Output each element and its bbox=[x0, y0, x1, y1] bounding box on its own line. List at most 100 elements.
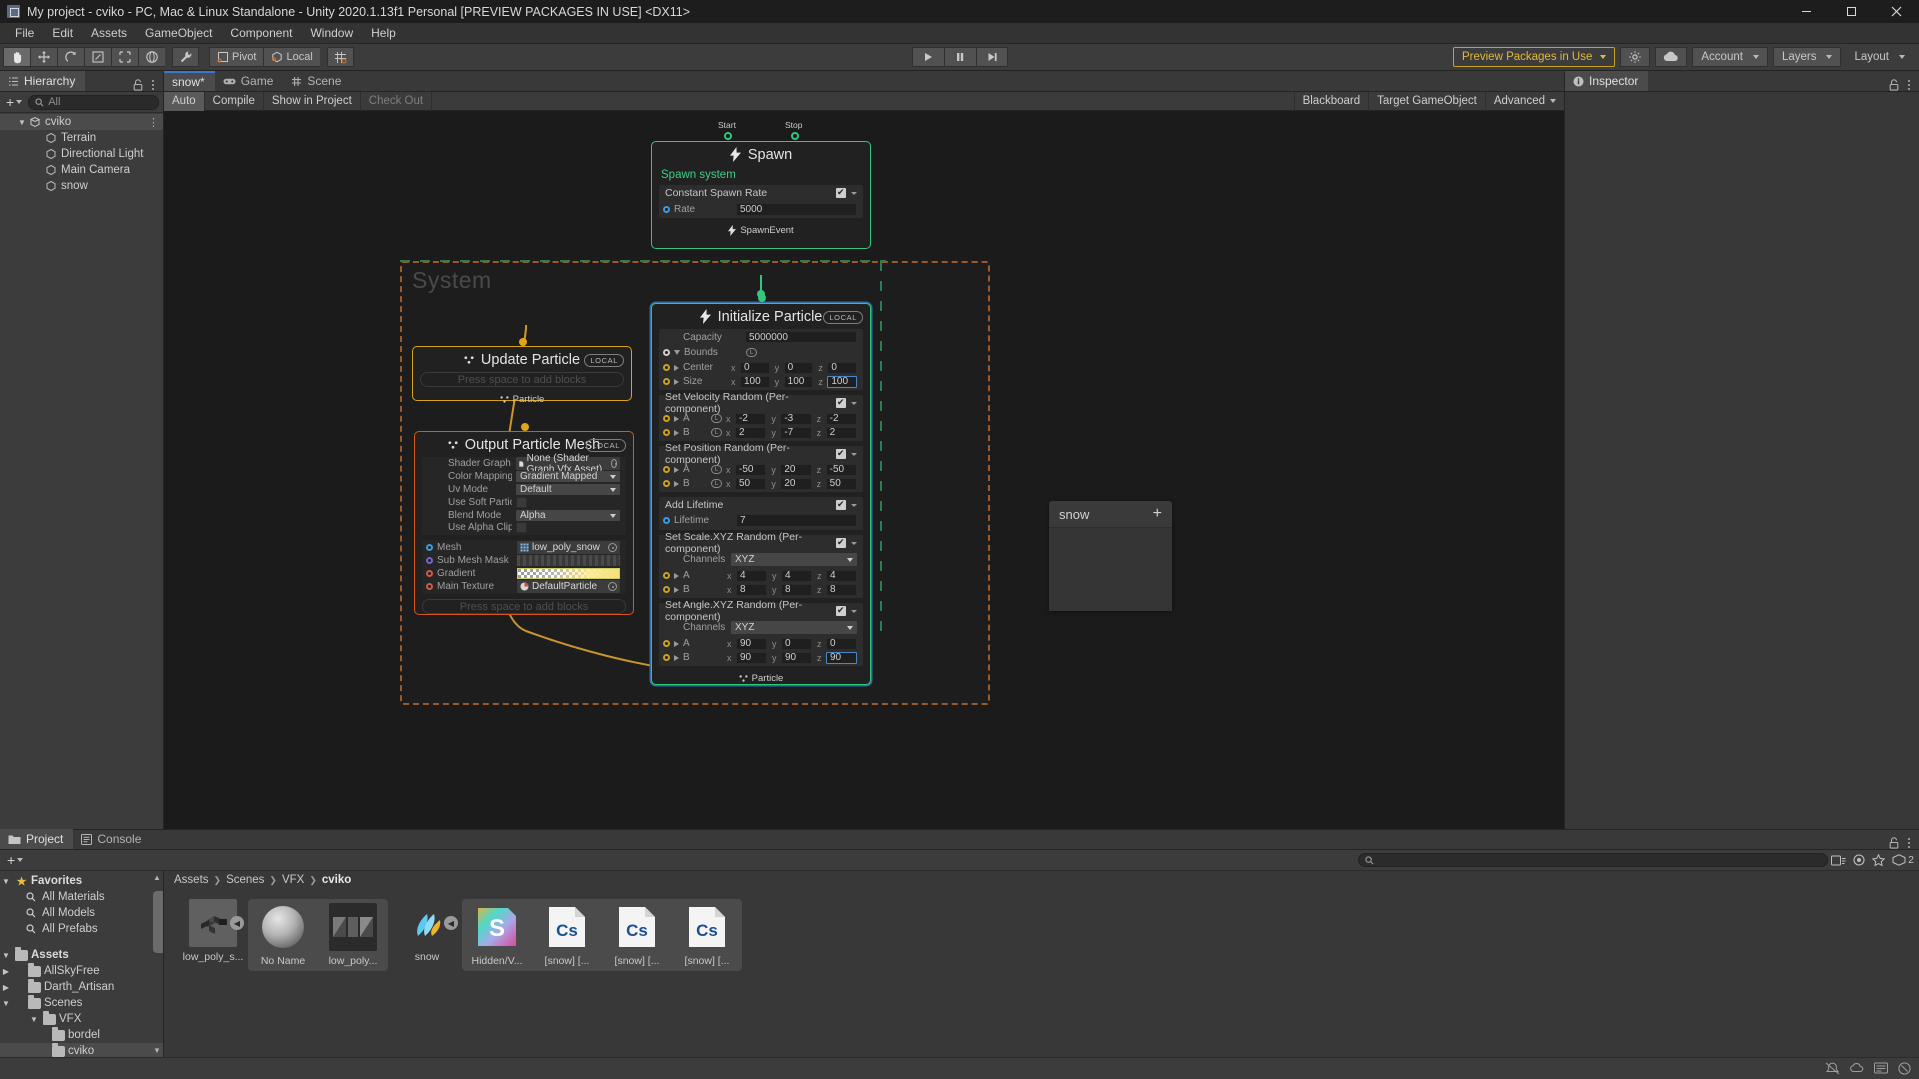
output-add-blocks-placeholder[interactable]: Press space to add blocks bbox=[422, 599, 626, 614]
velocity-b-port[interactable] bbox=[663, 429, 670, 436]
vfx-show-in-project-button[interactable]: Show in Project bbox=[264, 91, 361, 111]
lifetime-value-field[interactable]: 7 bbox=[736, 514, 857, 527]
velocity-a-port[interactable] bbox=[663, 415, 670, 422]
play-button[interactable] bbox=[911, 47, 944, 67]
more-options-icon[interactable]: ⋮ bbox=[148, 116, 159, 129]
center-y-field[interactable]: 0 bbox=[783, 361, 814, 374]
object-picker-icon[interactable] bbox=[608, 581, 617, 591]
angle-a-y-field[interactable]: 0 bbox=[781, 637, 812, 650]
output-particle-mesh-node[interactable]: Output Particle Mesh LOCAL Shader Graph … bbox=[414, 423, 634, 615]
blend-mode-dropdown[interactable]: Alpha bbox=[516, 510, 620, 521]
spawn-stop-port[interactable] bbox=[791, 132, 799, 140]
velocity-b-z-field[interactable]: 2 bbox=[825, 426, 857, 439]
expand-triangle-icon[interactable]: ▼ bbox=[0, 951, 12, 960]
layers-dropdown[interactable]: Layers bbox=[1772, 47, 1842, 67]
gradient-field[interactable] bbox=[517, 568, 620, 579]
chevron-down-icon[interactable] bbox=[851, 609, 857, 613]
size-x-field[interactable]: 100 bbox=[740, 375, 770, 388]
position-b-space-badge[interactable]: L bbox=[711, 479, 722, 488]
favorite-star-icon[interactable] bbox=[1872, 853, 1886, 867]
block-enabled-checkbox[interactable] bbox=[836, 604, 846, 616]
rect-tool-icon[interactable] bbox=[111, 47, 138, 67]
tree-item-all-materials[interactable]: All Materials bbox=[0, 889, 163, 905]
scale-a-port[interactable] bbox=[663, 572, 670, 579]
scroll-down-arrow-icon[interactable]: ▼ bbox=[153, 1046, 161, 1055]
hierarchy-item-snow[interactable]: snow bbox=[0, 178, 163, 194]
asset-grid[interactable]: ◀ low_poly_s... No Name low_poly... ◀ sn… bbox=[164, 889, 1919, 1057]
breadcrumb-cviko[interactable]: cviko bbox=[322, 874, 351, 886]
velocity-b-y-field[interactable]: -7 bbox=[780, 426, 812, 439]
update-particle-node[interactable]: Update Particle LOCAL Press space to add… bbox=[412, 338, 632, 405]
expand-triangle-icon[interactable] bbox=[674, 415, 679, 422]
expand-triangle-icon[interactable] bbox=[674, 640, 679, 647]
asset-item[interactable]: Cs [snow] [... bbox=[672, 903, 742, 967]
tab-scene[interactable]: Scene bbox=[283, 71, 351, 91]
rotate-tool-icon[interactable] bbox=[57, 47, 84, 67]
vfx-check-out-button[interactable]: Check Out bbox=[361, 91, 433, 111]
tab-console[interactable]: Console bbox=[73, 829, 151, 849]
tree-item-all-prefabs[interactable]: All Prefabs bbox=[0, 921, 163, 937]
initialize-input-port[interactable] bbox=[758, 294, 766, 302]
scale-b-port[interactable] bbox=[663, 586, 670, 593]
search-by-type-icon[interactable] bbox=[1831, 854, 1846, 867]
spawn-system-title[interactable]: Spawn system bbox=[652, 167, 870, 185]
grid-snap-icon[interactable] bbox=[326, 47, 354, 67]
rate-value-field[interactable]: 5000 bbox=[736, 203, 857, 216]
chevron-down-icon[interactable] bbox=[851, 503, 857, 507]
asset-item[interactable]: Cs [snow] [... bbox=[532, 903, 602, 967]
expand-triangle-icon[interactable] bbox=[674, 429, 679, 436]
vfx-target-gameobject-button[interactable]: Target GameObject bbox=[1368, 91, 1485, 111]
hierarchy-item-cviko[interactable]: ▼ cviko ⋮ bbox=[0, 114, 163, 130]
expand-triangle-icon[interactable]: ▶ bbox=[0, 983, 12, 992]
menu-file[interactable]: File bbox=[6, 23, 43, 44]
scrollbar-thumb[interactable] bbox=[153, 891, 163, 953]
hand-tool-icon[interactable] bbox=[3, 47, 30, 67]
expand-triangle-icon[interactable] bbox=[674, 364, 679, 371]
chevron-down-icon[interactable] bbox=[851, 452, 857, 456]
velocity-a-x-field[interactable]: -2 bbox=[735, 412, 767, 425]
project-search-input[interactable] bbox=[1358, 853, 1829, 867]
lock-icon[interactable] bbox=[1889, 79, 1899, 91]
output-input-port[interactable] bbox=[521, 423, 529, 431]
tab-project[interactable]: Project bbox=[0, 829, 74, 849]
update-input-port[interactable] bbox=[519, 338, 527, 346]
angle-a-z-field[interactable]: 0 bbox=[826, 637, 857, 650]
position-b-port[interactable] bbox=[663, 480, 670, 487]
bounds-space-badge[interactable]: L bbox=[746, 348, 757, 357]
tree-item-cviko[interactable]: cviko bbox=[0, 1042, 163, 1057]
expand-triangle-icon[interactable]: ▼ bbox=[16, 118, 28, 127]
scale-b-y-field[interactable]: 8 bbox=[781, 583, 812, 596]
packages-badge[interactable]: 2 bbox=[1892, 854, 1914, 866]
transform-tool-icon[interactable] bbox=[138, 47, 165, 67]
layout-dropdown[interactable]: Layout bbox=[1846, 47, 1913, 67]
velocity-b-space-badge[interactable]: L bbox=[711, 428, 722, 437]
expand-triangle-icon[interactable] bbox=[674, 586, 679, 593]
material-thumbnail[interactable] bbox=[259, 903, 307, 951]
close-button[interactable] bbox=[1874, 0, 1919, 23]
velocity-a-space-badge[interactable]: L bbox=[711, 414, 722, 423]
vfx-compile-button[interactable]: Compile bbox=[205, 91, 264, 111]
object-picker-icon[interactable] bbox=[610, 459, 617, 468]
position-b-z-field[interactable]: 50 bbox=[825, 477, 857, 490]
block-enabled-checkbox[interactable] bbox=[836, 186, 846, 198]
more-options-icon[interactable] bbox=[151, 79, 155, 91]
position-b-x-field[interactable]: 50 bbox=[735, 477, 767, 490]
tab-hierarchy[interactable]: Hierarchy bbox=[0, 71, 86, 91]
initialize-particle-node[interactable]: Initialize Particle LOCAL Capacity 50000… bbox=[651, 294, 871, 685]
angle-b-y-field[interactable]: 90 bbox=[781, 651, 812, 664]
scale-a-z-field[interactable]: 4 bbox=[826, 569, 857, 582]
lock-icon[interactable] bbox=[133, 79, 143, 91]
expand-triangle-icon[interactable] bbox=[674, 480, 679, 487]
main-texture-field[interactable]: DefaultParticle bbox=[517, 579, 620, 593]
gradient-port[interactable] bbox=[426, 570, 433, 577]
lifetime-port[interactable] bbox=[663, 517, 670, 524]
create-gameobject-button[interactable]: + bbox=[4, 94, 24, 110]
asset-item[interactable]: ◀ low_poly_s... bbox=[178, 899, 248, 963]
center-z-field[interactable]: 0 bbox=[827, 361, 858, 374]
blackboard-body[interactable] bbox=[1049, 527, 1172, 611]
set-position-random-block[interactable]: Set Position Random (Per-component) A L … bbox=[659, 442, 863, 492]
lock-icon[interactable] bbox=[1889, 837, 1899, 849]
angle-b-z-field[interactable]: 90 bbox=[826, 651, 857, 664]
shader-graph-field[interactable]: None (Shader Graph Vfx Asset) bbox=[516, 453, 620, 475]
asset-item[interactable]: low_poly... bbox=[318, 903, 388, 967]
